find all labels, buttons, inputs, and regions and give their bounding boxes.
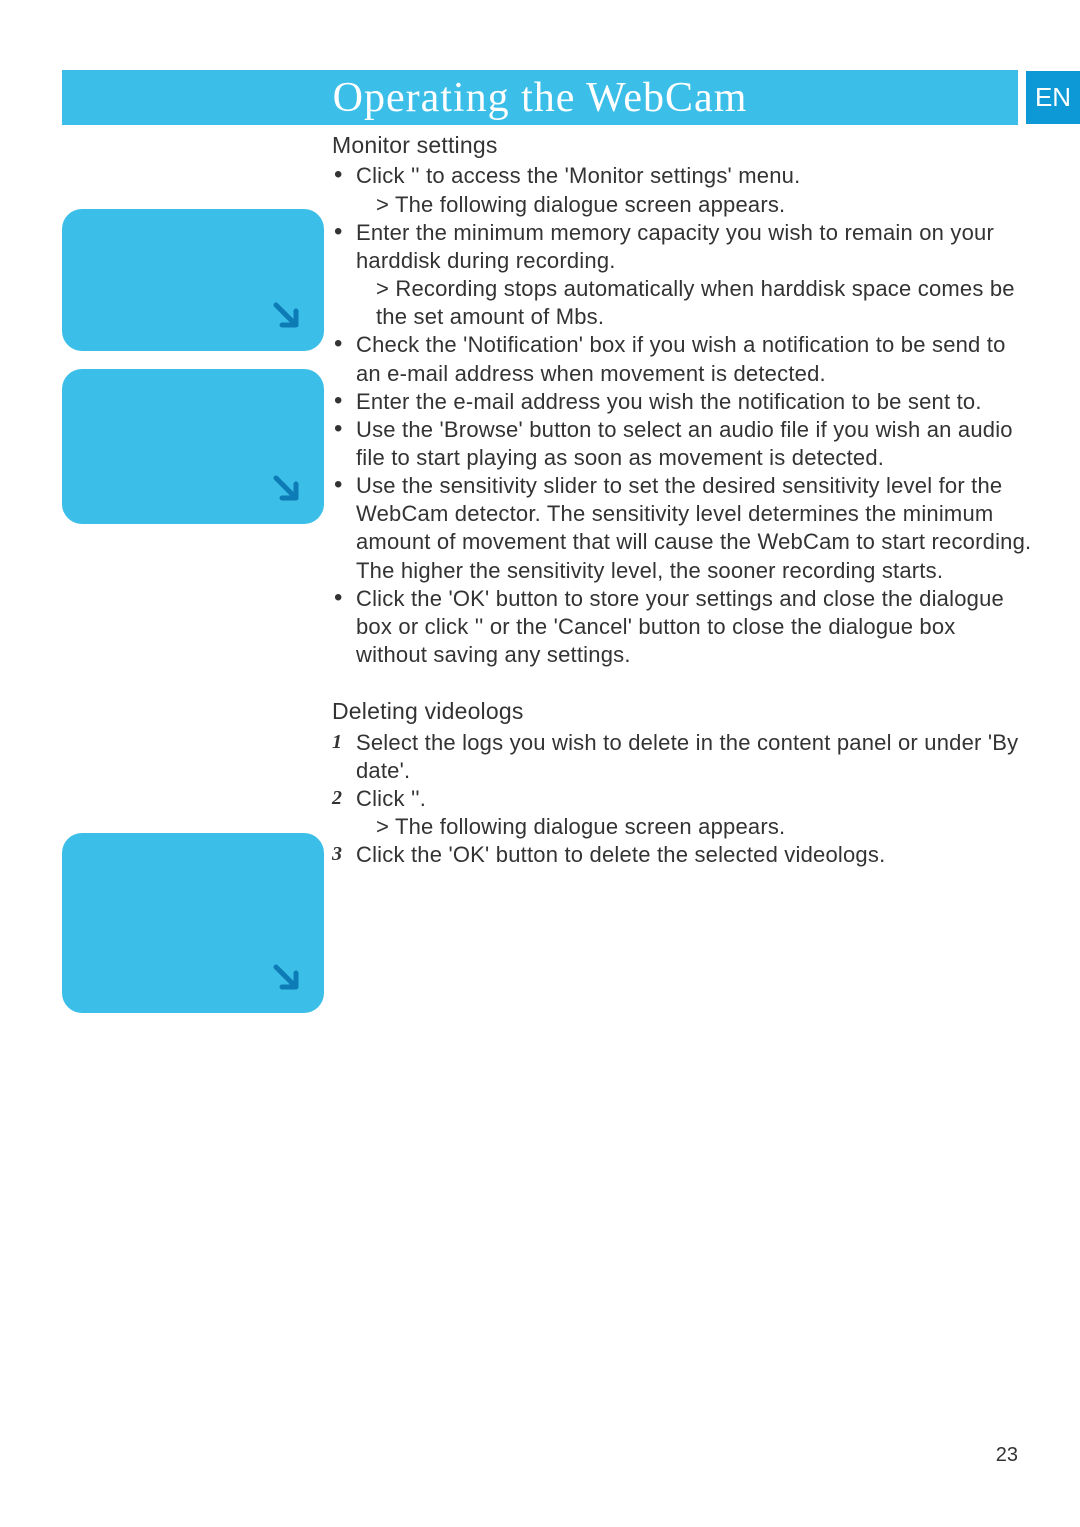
list-item-text: ' to access the 'Monitor settings' menu. [415,163,800,188]
section-heading-deleting-videologs: Deleting videologs [332,697,1032,726]
step-text: '. [415,786,426,811]
list-item-trailing-text: The higher the sensitivity level, the so… [356,557,1032,585]
step-number: 1 [332,730,342,756]
page-title: Operating the WebCam [62,74,1018,122]
page-number: 23 [996,1444,1018,1467]
arrow-down-right-icon [270,472,304,506]
step-sub-text: > The following dialogue screen appears. [356,813,1032,841]
screenshot-placeholder [62,209,324,351]
arrow-down-right-icon [270,961,304,995]
list-item-text: Click ' [356,163,415,188]
screenshot-placeholder [62,833,324,1013]
list-sub-text: > Recording stops automatically when har… [356,275,1032,331]
monitor-settings-list: Click '' to access the 'Monitor settings… [332,162,1032,669]
arrow-down-right-icon [270,299,304,333]
deleting-videologs-steps: 1 Select the logs you wish to delete in … [332,729,1032,870]
list-item-text: Use the sensitivity slider to set the de… [356,473,1031,554]
step-item: 2 Click ''. > The following dialogue scr… [356,785,1032,841]
language-badge: EN [1026,71,1080,124]
list-item: Enter the minimum memory capacity you wi… [356,219,1032,332]
list-item-text: Enter the e-mail address you wish the no… [356,389,982,414]
step-text: Select the logs you wish to delete in th… [356,730,1018,783]
list-item: Check the 'Notification' box if you wish… [356,331,1032,387]
list-item: Use the 'Browse' button to select an aud… [356,416,1032,472]
list-item: Use the sensitivity slider to set the de… [356,472,1032,585]
list-item-text: Enter the minimum memory capacity you wi… [356,220,994,273]
header-bar: Operating the WebCam [62,70,1018,125]
step-number: 2 [332,786,342,812]
list-item: Enter the e-mail address you wish the no… [356,388,1032,416]
page: Operating the WebCam EN Monitor settings… [0,0,1080,1527]
list-item-text: Use the 'Browse' button to select an aud… [356,417,1013,470]
left-image-column-2 [62,833,324,1031]
step-item: 1 Select the logs you wish to delete in … [356,729,1032,785]
step-text: Click the 'OK' button to delete the sele… [356,842,885,867]
step-number: 3 [332,842,342,868]
list-sub-text: > The following dialogue screen appears. [356,191,1032,219]
list-item: Click '' to access the 'Monitor settings… [356,162,1032,218]
list-item: Click the 'OK' button to store your sett… [356,585,1032,669]
step-text: Click ' [356,786,415,811]
screenshot-placeholder [62,369,324,524]
list-item-text: Check the 'Notification' box if you wish… [356,332,1006,385]
left-image-column-1 [62,209,324,542]
content-area: Monitor settings Click '' to access the … [332,131,1032,869]
section-heading-monitor-settings: Monitor settings [332,131,1032,160]
step-item: 3 Click the 'OK' button to delete the se… [356,841,1032,869]
